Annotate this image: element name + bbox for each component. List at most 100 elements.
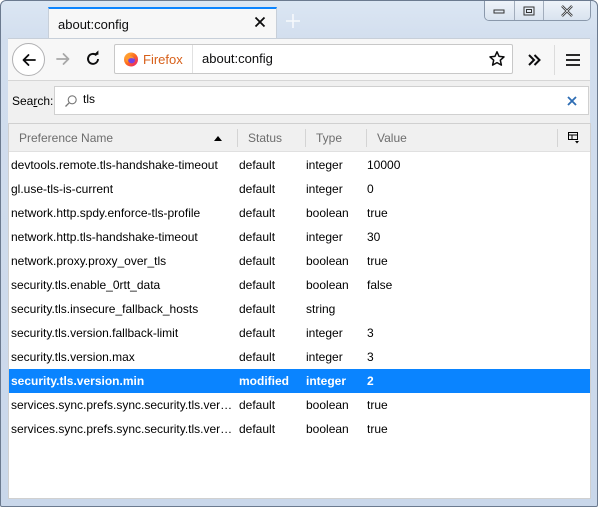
url-bar[interactable]: Firefox about:config xyxy=(114,44,513,74)
preferences-table: Preference Name Status Type Value devtoo… xyxy=(8,123,591,499)
search-label: Search: xyxy=(12,94,54,108)
table-row[interactable]: services.sync.prefs.sync.security.tls.ve… xyxy=(9,393,590,417)
column-header-type[interactable]: Type xyxy=(306,124,366,152)
pref-value-cell: false xyxy=(367,278,393,292)
pref-name-cell: gl.use-tls-is-current xyxy=(11,182,114,196)
pref-name-cell: network.http.spdy.enforce-tls-profile xyxy=(11,206,201,220)
hamburger-icon xyxy=(566,54,580,66)
pref-status-cell: default xyxy=(239,350,276,364)
pref-type-cell: boolean xyxy=(306,278,349,292)
reload-icon xyxy=(87,50,99,65)
tab-about-config[interactable]: about:config xyxy=(48,7,277,39)
pref-status-cell: default xyxy=(239,230,276,244)
table-row[interactable]: gl.use-tls-is-current default integer 0 xyxy=(9,177,590,201)
pref-type-cell: string xyxy=(306,302,336,316)
table-row[interactable]: security.tls.version.fallback-limit defau… xyxy=(9,321,590,345)
menu-button[interactable] xyxy=(561,48,585,72)
forward-button[interactable] xyxy=(51,47,75,71)
pref-status-cell: default xyxy=(239,326,276,340)
pref-status-cell: default xyxy=(239,206,276,220)
pref-status-cell: default xyxy=(239,254,276,268)
arrow-left-icon xyxy=(22,53,36,66)
search-input[interactable] xyxy=(83,92,533,106)
pref-status-cell: default xyxy=(239,302,276,316)
pref-value-cell: 0 xyxy=(367,182,374,196)
browser-window: about:config Firefox about:config Search… xyxy=(0,0,598,507)
sort-ascending-icon xyxy=(214,136,222,141)
star-icon[interactable] xyxy=(488,50,506,68)
pref-value-cell: 3 xyxy=(367,326,374,340)
search-box[interactable] xyxy=(54,86,589,115)
pref-type-cell: boolean xyxy=(306,422,349,436)
pref-status-cell: default xyxy=(239,158,276,172)
pref-value-cell: true xyxy=(367,206,388,220)
nav-bar: Firefox about:config xyxy=(8,38,590,81)
window-caption-buttons xyxy=(484,1,591,21)
pref-name-cell: services.sync.prefs.sync.security.tls.ve… xyxy=(11,398,236,412)
column-header-name[interactable]: Preference Name xyxy=(9,124,237,152)
pref-type-cell: integer xyxy=(306,158,343,172)
overflow-button[interactable] xyxy=(522,48,546,72)
maximize-button[interactable] xyxy=(513,1,544,20)
table-row[interactable]: network.http.spdy.enforce-tls-profile def… xyxy=(9,201,590,225)
pref-status-cell: default xyxy=(239,182,276,196)
double-chevron-icon xyxy=(528,54,541,66)
pref-type-cell: integer xyxy=(306,374,347,388)
pref-name-cell: security.tls.version.min xyxy=(11,374,145,388)
pref-type-cell: integer xyxy=(306,182,343,196)
pref-name-cell: network.http.tls-handshake-timeout xyxy=(11,230,198,244)
column-resizer[interactable] xyxy=(557,129,558,147)
identity-box[interactable]: Firefox xyxy=(115,45,193,73)
pref-name-cell: devtools.remote.tls-handshake-timeout xyxy=(11,158,218,172)
new-tab-button[interactable] xyxy=(283,11,303,31)
about-config-content: Search: Preference Name xyxy=(8,81,591,499)
pref-value-cell: 10000 xyxy=(367,158,401,172)
table-row[interactable]: network.proxy.proxy_over_tls default boole… xyxy=(9,249,590,273)
pref-value-cell: true xyxy=(367,422,388,436)
pref-value-cell: true xyxy=(367,398,388,412)
column-header-value-label: Value xyxy=(377,131,407,145)
pref-status-cell: default xyxy=(239,278,276,292)
column-header-name-label: Preference Name xyxy=(19,131,114,145)
search-row: Search: xyxy=(8,81,590,121)
table-row[interactable]: security.tls.insecure_fallback_hosts defa… xyxy=(9,297,590,321)
firefox-logo-icon xyxy=(124,52,138,67)
pref-type-cell: boolean xyxy=(306,254,349,268)
tab-strip: about:config xyxy=(8,1,591,39)
minimize-button[interactable] xyxy=(485,1,514,20)
pref-name-cell: security.tls.enable_0rtt_data xyxy=(11,278,161,292)
clear-search-icon[interactable] xyxy=(565,94,579,108)
table-row[interactable]: network.http.tls-handshake-timeout defaul… xyxy=(9,225,590,249)
column-header-value[interactable]: Value xyxy=(367,124,547,152)
pref-type-cell: boolean xyxy=(306,206,349,220)
tab-title: about:config xyxy=(58,17,129,32)
pref-type-cell: integer xyxy=(306,326,343,340)
nav-separator xyxy=(554,45,555,75)
table-row[interactable]: security.tls.version.min modified integer 2 xyxy=(9,369,590,393)
table-row[interactable]: devtools.remote.tls-handshake-timeout def… xyxy=(9,153,590,177)
search-icon xyxy=(64,94,78,108)
table-row[interactable]: security.tls.version.max default integer 3 xyxy=(9,345,590,369)
pref-name-cell: services.sync.prefs.sync.security.tls.ve… xyxy=(11,422,236,436)
close-tab-icon[interactable] xyxy=(252,14,268,30)
column-header-status[interactable]: Status xyxy=(238,124,305,152)
pref-status-cell: default xyxy=(239,422,276,436)
table-row[interactable]: services.sync.prefs.sync.security.tls.ve… xyxy=(9,417,590,441)
pref-value-cell: true xyxy=(367,254,388,268)
pref-value-cell: 3 xyxy=(367,350,374,364)
window-inner: about:config Firefox about:config Search… xyxy=(8,1,591,499)
pref-type-cell: boolean xyxy=(306,398,349,412)
pref-value-cell: 2 xyxy=(367,374,374,388)
pref-status-cell: modified xyxy=(239,374,289,388)
close-window-button[interactable] xyxy=(543,1,590,20)
pref-name-cell: security.tls.version.max xyxy=(11,350,135,364)
pref-type-cell: integer xyxy=(306,350,343,364)
url-text[interactable]: about:config xyxy=(202,51,273,66)
arrow-right-icon xyxy=(56,53,70,65)
pref-name-cell: security.tls.insecure_fallback_hosts xyxy=(11,302,199,316)
table-header: Preference Name Status Type Value xyxy=(9,124,590,152)
table-row[interactable]: security.tls.enable_0rtt_data default bool… xyxy=(9,273,590,297)
back-button[interactable] xyxy=(12,43,45,76)
column-picker-icon[interactable] xyxy=(568,132,580,144)
reload-button[interactable] xyxy=(81,47,105,71)
